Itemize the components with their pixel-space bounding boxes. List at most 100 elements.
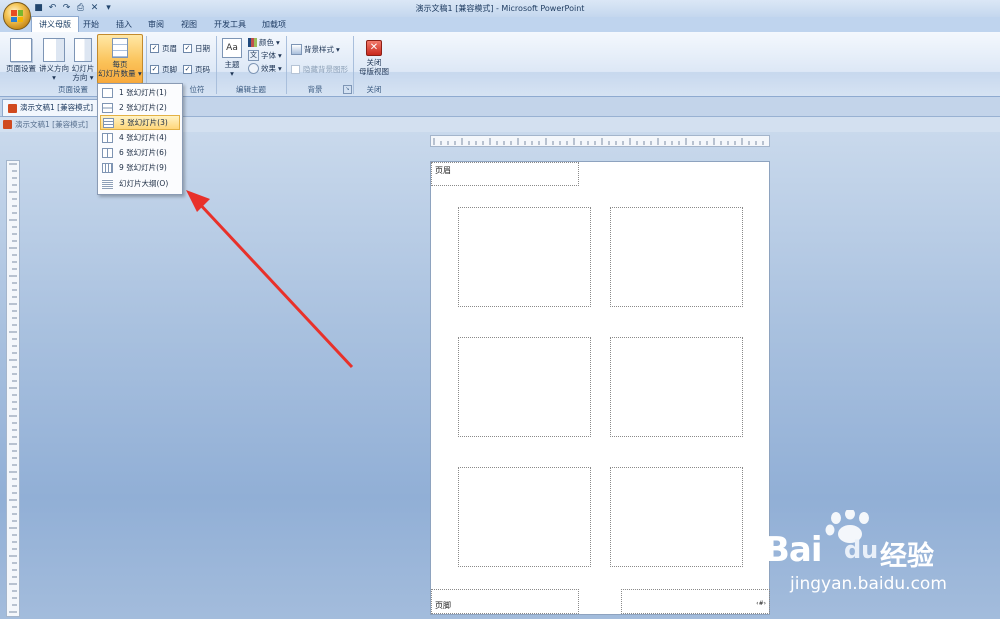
- group-label-background: 背景: [307, 85, 323, 94]
- footer-checkbox-label: 页脚: [162, 65, 177, 74]
- theme-colors-button[interactable]: 颜色 ▾: [248, 37, 280, 48]
- handout-orientation-button[interactable]: 讲义方向 ▾: [38, 38, 70, 82]
- menu-item-6-slides[interactable]: 6 张幻灯片(6): [100, 145, 180, 160]
- page-setup-button[interactable]: 页面设置: [4, 38, 38, 73]
- theme-effects-button[interactable]: 效果 ▾: [248, 63, 282, 74]
- handout-orientation-label: 讲义方向: [39, 64, 69, 73]
- six-slides-layout-icon: [102, 147, 113, 158]
- menu-item-label: 3 张幻灯片(3): [120, 118, 168, 127]
- menu-item-9-slides[interactable]: 9 张幻灯片(9): [100, 160, 180, 175]
- fonts-icon: 文: [248, 50, 259, 61]
- document-tab-label: 演示文稿1 [兼容模式]: [20, 103, 94, 112]
- theme-colors-label: 颜色: [259, 38, 274, 47]
- office-button[interactable]: [3, 2, 31, 30]
- header-checkbox[interactable]: ✓ 页眉: [150, 43, 177, 54]
- date-checkbox-label: 日期: [195, 44, 210, 53]
- slide-orientation-label: 幻灯片: [71, 64, 95, 73]
- checkmark-icon: ✓: [183, 44, 192, 53]
- dialog-launcher-icon[interactable]: ↘: [343, 85, 352, 94]
- tab-home[interactable]: 开始: [76, 17, 106, 32]
- powerpoint-icon: [8, 103, 17, 113]
- effects-icon: [248, 63, 259, 74]
- close-master-view-button[interactable]: ✕ 关闭 母版视图: [356, 40, 392, 76]
- footer-placeholder-text: 页脚: [435, 601, 451, 610]
- hide-background-graphics-checkbox[interactable]: 隐藏背景图形: [291, 64, 348, 75]
- menu-item-4-slides[interactable]: 4 张幻灯片(4): [100, 130, 180, 145]
- watermark-du: du: [844, 536, 879, 564]
- slide-orientation-button[interactable]: 幻灯片 方向 ▾: [69, 38, 97, 82]
- slide-placeholder[interactable]: [610, 467, 743, 567]
- page-setup-label: 页面设置: [6, 64, 36, 73]
- slide-orientation-icon: [74, 38, 92, 62]
- tab-handout-master[interactable]: 讲义母版: [31, 16, 79, 33]
- close-icon: ✕: [366, 40, 382, 56]
- hide-background-graphics-label: 隐藏背景图形: [303, 65, 348, 74]
- one-slide-layout-icon: [102, 87, 113, 98]
- slides-per-page-label-2: 幻灯片数量: [98, 69, 136, 78]
- page-number-checkbox[interactable]: ✓ 页码: [183, 64, 210, 75]
- handout-page[interactable]: 页眉 页脚 ‹#›: [430, 161, 770, 615]
- window-title: 演示文稿1 [兼容模式] - Microsoft PowerPoint: [415, 4, 585, 13]
- slide-placeholder[interactable]: [458, 337, 591, 437]
- tab-add-ins[interactable]: 加载项: [255, 17, 293, 32]
- three-slides-layout-icon: [103, 117, 114, 128]
- menu-item-label: 2 张幻灯片(2): [119, 103, 167, 112]
- tab-view[interactable]: 视图: [174, 17, 204, 32]
- background-styles-label: 背景样式: [304, 45, 334, 54]
- slide-placeholder[interactable]: [458, 207, 591, 307]
- slides-per-page-button[interactable]: 每页 幻灯片数量 ▾: [97, 34, 143, 84]
- document-tab-active[interactable]: 演示文稿1 [兼容模式]: [2, 99, 100, 117]
- horizontal-ruler-ticks: [433, 138, 764, 145]
- header-checkbox-label: 页眉: [162, 44, 177, 53]
- watermark-brand: Bai: [764, 530, 823, 570]
- four-slides-layout-icon: [102, 132, 113, 143]
- close-master-label-2: 母版视图: [359, 67, 389, 76]
- tab-review[interactable]: 审阅: [141, 17, 171, 32]
- vertical-ruler[interactable]: [6, 160, 20, 617]
- document-tab-secondary[interactable]: 演示文稿1 [兼容模式]: [3, 118, 88, 131]
- watermark-url: jingyan.baidu.com: [790, 574, 947, 594]
- themes-button[interactable]: Aa 主题 ▾: [220, 38, 244, 78]
- checkmark-icon: ✓: [183, 65, 192, 74]
- unchecked-box-icon: [291, 65, 300, 74]
- page-number-placeholder[interactable]: ‹#›: [621, 589, 770, 614]
- baidu-jingyan-watermark: Bai du 经验 jingyan.baidu.com: [762, 508, 992, 608]
- powerpoint-icon: [3, 120, 12, 129]
- checkmark-icon: ✓: [150, 44, 159, 53]
- menu-item-3-slides[interactable]: 3 张幻灯片(3): [100, 115, 180, 130]
- date-checkbox[interactable]: ✓ 日期: [183, 43, 210, 54]
- menu-item-2-slides[interactable]: 2 张幻灯片(2): [100, 100, 180, 115]
- footer-placeholder[interactable]: 页脚: [431, 589, 579, 614]
- theme-fonts-button[interactable]: 文 字体 ▾: [248, 50, 282, 61]
- header-placeholder[interactable]: 页眉: [431, 162, 579, 186]
- tab-developer[interactable]: 开发工具: [207, 17, 253, 32]
- tab-insert[interactable]: 插入: [109, 17, 139, 32]
- slide-placeholder[interactable]: [458, 467, 591, 567]
- close-master-label: 关闭: [366, 58, 382, 67]
- dropdown-arrow-icon: ▾: [52, 73, 56, 82]
- theme-effects-label: 效果: [261, 64, 276, 73]
- menu-item-label: 4 张幻灯片(4): [119, 133, 167, 142]
- group-label-placeholders: 位符: [189, 85, 205, 94]
- menu-item-label: 6 张幻灯片(6): [119, 148, 167, 157]
- outline-layout-icon: [102, 178, 113, 189]
- checkmark-icon: ✓: [150, 65, 159, 74]
- horizontal-ruler[interactable]: [430, 135, 770, 147]
- office-logo-icon: [11, 10, 23, 22]
- vertical-ruler-ticks: [9, 163, 17, 613]
- menu-item-outline[interactable]: 幻灯片大纲(O): [100, 176, 180, 191]
- slide-placeholder[interactable]: [610, 207, 743, 307]
- slides-per-page-menu: 1 张幻灯片(1) 2 张幻灯片(2) 3 张幻灯片(3) 4 张幻灯片(4) …: [97, 83, 183, 195]
- slides-per-page-label: 每页: [112, 60, 128, 69]
- watermark-jingyan-cn: 经验: [880, 541, 934, 572]
- menu-item-1-slide[interactable]: 1 张幻灯片(1): [100, 85, 180, 100]
- orientation-icon: [43, 38, 65, 62]
- footer-checkbox[interactable]: ✓ 页脚: [150, 64, 177, 75]
- slide-placeholder[interactable]: [610, 337, 743, 437]
- background-styles-button[interactable]: 背景样式 ▾: [291, 44, 340, 55]
- group-label-edit-theme: 编辑主题: [236, 85, 266, 94]
- dropdown-arrow-icon: ▾: [230, 69, 234, 78]
- group-label-close: 关闭: [366, 85, 382, 94]
- group-separator: [216, 36, 217, 94]
- header-placeholder-text: 页眉: [435, 166, 451, 175]
